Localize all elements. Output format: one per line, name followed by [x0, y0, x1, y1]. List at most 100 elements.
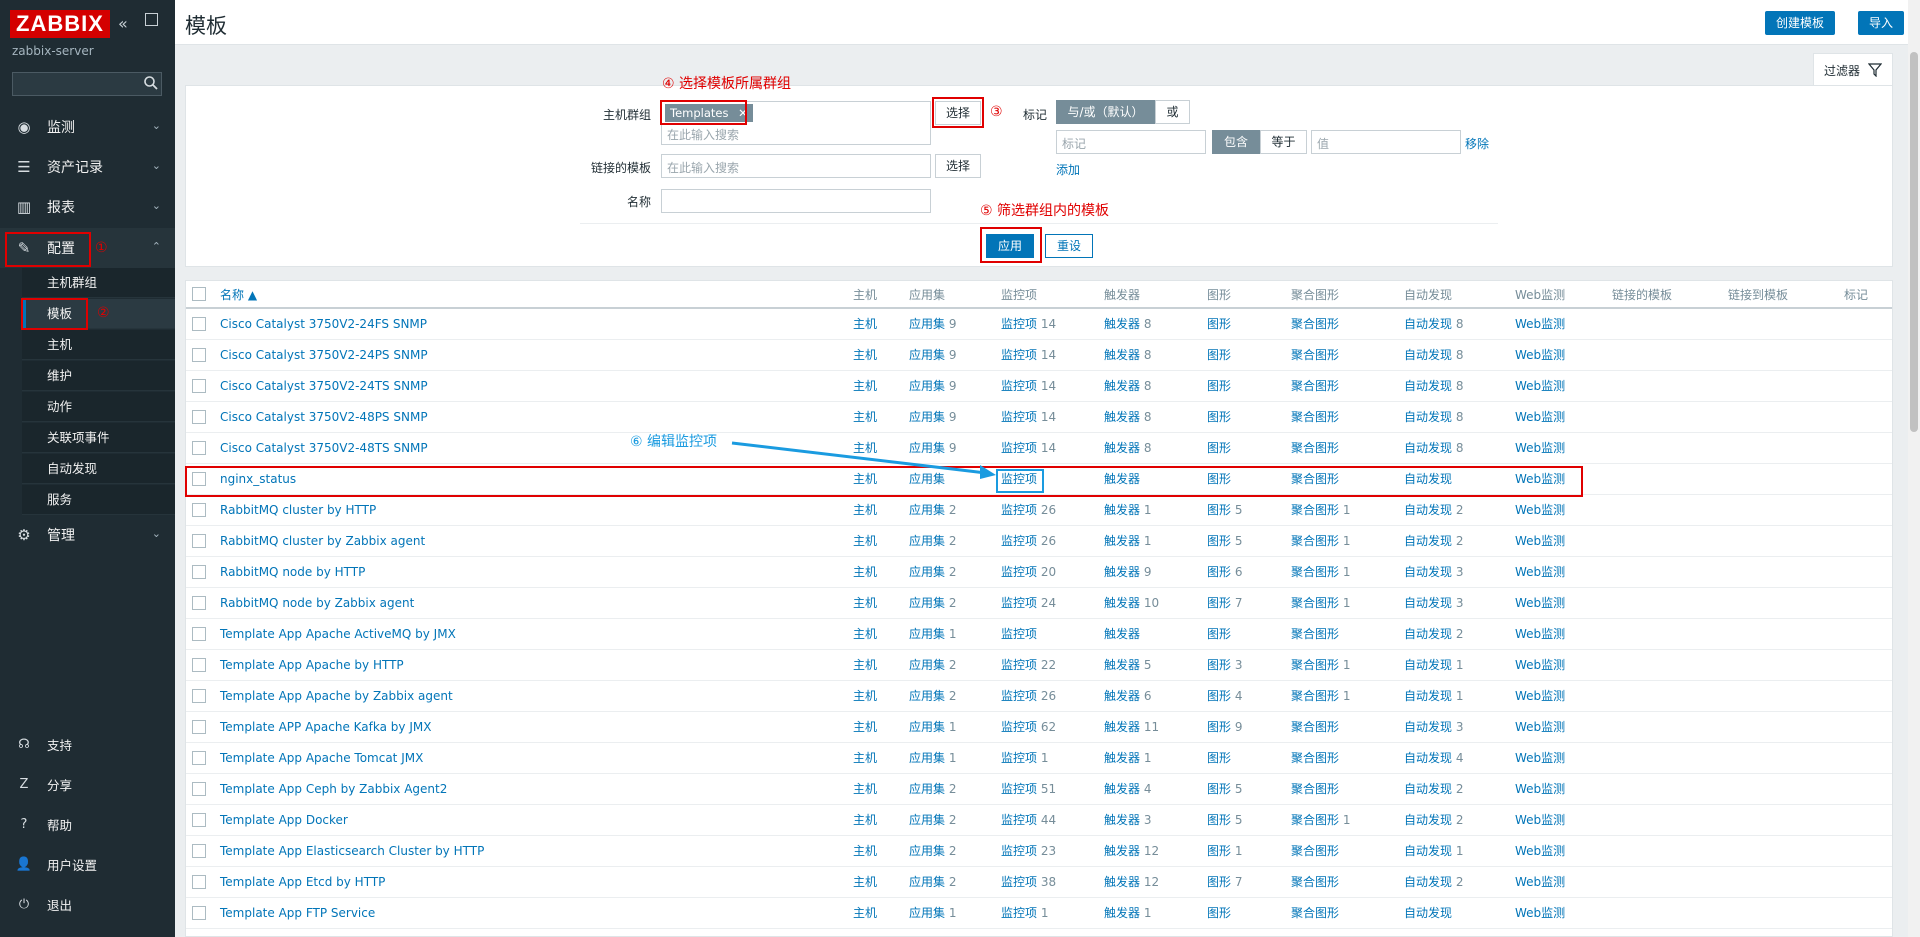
web-link[interactable]: Web监测 — [1515, 689, 1565, 703]
discovery-link[interactable]: 自动发现 2 — [1404, 627, 1463, 641]
screens-link[interactable]: 聚合图形 — [1291, 410, 1339, 424]
screens-link[interactable]: 聚合图形 1 — [1291, 689, 1350, 703]
web-link[interactable]: Web监测 — [1515, 813, 1565, 827]
items-link[interactable]: 监控项 24 — [1001, 596, 1056, 610]
row-checkbox[interactable] — [192, 564, 206, 579]
row-checkbox[interactable] — [192, 595, 206, 610]
zabbix-logo[interactable]: ZABBIX — [10, 10, 110, 38]
web-link[interactable]: Web监测 — [1515, 875, 1565, 889]
apps-link[interactable]: 应用集 2 — [909, 813, 956, 827]
triggers-link[interactable]: 触发器 12 — [1104, 844, 1159, 858]
hosts-link[interactable]: 主机 — [853, 751, 877, 765]
triggers-link[interactable]: 触发器 8 — [1104, 317, 1151, 331]
apps-link[interactable]: 应用集 9 — [909, 379, 956, 393]
web-link[interactable]: Web监测 — [1515, 503, 1565, 517]
triggers-link[interactable]: 触发器 1 — [1104, 503, 1151, 517]
graphs-link[interactable]: 图形 3 — [1207, 658, 1242, 672]
graphs-link[interactable]: 图形 — [1207, 410, 1231, 424]
screens-link[interactable]: 聚合图形 1 — [1291, 813, 1350, 827]
template-name-link[interactable]: RabbitMQ cluster by HTTP — [220, 503, 376, 517]
hosts-link[interactable]: 主机 — [853, 534, 877, 548]
linked-templates-select-button[interactable]: 选择 — [935, 154, 981, 178]
graphs-link[interactable]: 图形 5 — [1207, 782, 1242, 796]
hosts-link[interactable]: 主机 — [853, 627, 877, 641]
hosts-link[interactable]: 主机 — [853, 379, 877, 393]
discovery-link[interactable]: 自动发现 8 — [1404, 441, 1463, 455]
web-link[interactable]: Web监测 — [1515, 410, 1565, 424]
discovery-link[interactable]: 自动发现 3 — [1404, 596, 1463, 610]
nav-monitoring[interactable]: ◉ 监测 ⌄ — [0, 107, 175, 147]
apps-link[interactable]: 应用集 2 — [909, 782, 956, 796]
template-name-link[interactable]: Template App Etcd by HTTP — [220, 875, 385, 889]
items-link[interactable]: 监控项 62 — [1001, 720, 1056, 734]
graphs-link[interactable]: 图形 5 — [1207, 534, 1242, 548]
screens-link[interactable]: 聚合图形 1 — [1291, 503, 1350, 517]
web-link[interactable]: Web监测 — [1515, 844, 1565, 858]
row-checkbox[interactable] — [192, 719, 206, 734]
kiosk-mode-icon[interactable] — [145, 13, 158, 26]
graphs-link[interactable]: 图形 7 — [1207, 875, 1242, 889]
create-template-button[interactable]: 创建模板 — [1765, 11, 1836, 35]
graphs-link[interactable]: 图形 4 — [1207, 689, 1242, 703]
template-name-link[interactable]: Cisco Catalyst 3750V2-24FS SNMP — [220, 317, 427, 331]
items-link[interactable]: 监控项 51 — [1001, 782, 1056, 796]
apps-link[interactable]: 应用集 2 — [909, 596, 956, 610]
screens-link[interactable]: 聚合图形 — [1291, 317, 1339, 331]
footer-support[interactable]: ☊ 支持 — [0, 724, 175, 764]
hosts-link[interactable]: 主机 — [853, 410, 877, 424]
name-input[interactable] — [661, 189, 931, 213]
discovery-link[interactable]: 自动发现 2 — [1404, 782, 1463, 796]
items-link[interactable]: 监控项 22 — [1001, 658, 1056, 672]
tag-value-input[interactable]: 值 — [1311, 130, 1461, 154]
tag-remove-link[interactable]: 移除 — [1465, 135, 1489, 152]
web-link[interactable]: Web监测 — [1515, 379, 1565, 393]
template-name-link[interactable]: RabbitMQ node by HTTP — [220, 565, 365, 579]
sub-actions[interactable]: 动作 — [22, 392, 175, 422]
web-link[interactable]: Web监测 — [1515, 906, 1565, 920]
triggers-link[interactable]: 触发器 9 — [1104, 565, 1151, 579]
items-link[interactable]: 监控项 20 — [1001, 565, 1056, 579]
triggers-link[interactable]: 触发器 8 — [1104, 441, 1151, 455]
discovery-link[interactable]: 自动发现 2 — [1404, 875, 1463, 889]
items-link[interactable]: 监控项 26 — [1001, 534, 1056, 548]
apps-link[interactable]: 应用集 2 — [909, 844, 956, 858]
row-checkbox[interactable] — [192, 533, 206, 548]
graphs-link[interactable]: 图形 5 — [1207, 503, 1242, 517]
screens-link[interactable]: 聚合图形 1 — [1291, 534, 1350, 548]
tag-equals-radio[interactable]: 等于 — [1260, 130, 1307, 154]
screens-link[interactable]: 聚合图形 — [1291, 875, 1339, 889]
select-all-checkbox[interactable] — [192, 287, 206, 302]
items-link[interactable]: 监控项 38 — [1001, 875, 1056, 889]
apps-link[interactable]: 应用集 2 — [909, 658, 956, 672]
discovery-link[interactable]: 自动发现 1 — [1404, 689, 1463, 703]
template-name-link[interactable]: RabbitMQ node by Zabbix agent — [220, 596, 414, 610]
discovery-link[interactable]: 自动发现 8 — [1404, 348, 1463, 362]
screens-link[interactable]: 聚合图形 1 — [1291, 658, 1350, 672]
items-link[interactable]: 监控项 14 — [1001, 348, 1056, 362]
graphs-link[interactable]: 图形 7 — [1207, 596, 1242, 610]
hosts-link[interactable]: 主机 — [853, 782, 877, 796]
hosts-link[interactable]: 主机 — [853, 317, 877, 331]
items-link[interactable]: 监控项 1 — [1001, 906, 1048, 920]
sub-hosts[interactable]: 主机 — [22, 330, 175, 360]
row-checkbox[interactable] — [192, 502, 206, 517]
screens-link[interactable]: 聚合图形 1 — [1291, 565, 1350, 579]
hosts-link[interactable]: 主机 — [853, 596, 877, 610]
triggers-link[interactable]: 触发器 1 — [1104, 534, 1151, 548]
items-link[interactable]: 监控项 14 — [1001, 410, 1056, 424]
web-link[interactable]: Web监测 — [1515, 596, 1565, 610]
triggers-link[interactable]: 触发器 1 — [1104, 751, 1151, 765]
graphs-link[interactable]: 图形 9 — [1207, 720, 1242, 734]
discovery-link[interactable]: 自动发现 4 — [1404, 751, 1463, 765]
template-name-link[interactable]: Template App Elasticsearch Cluster by HT… — [220, 844, 484, 858]
nav-administration[interactable]: ⚙ 管理 ⌄ — [0, 515, 175, 555]
triggers-link[interactable]: 触发器 12 — [1104, 875, 1159, 889]
apps-link[interactable]: 应用集 9 — [909, 317, 956, 331]
graphs-link[interactable]: 图形 — [1207, 441, 1231, 455]
apps-link[interactable]: 应用集 9 — [909, 348, 956, 362]
search-icon[interactable] — [143, 75, 159, 91]
template-name-link[interactable]: Template App FTP Service — [220, 906, 375, 920]
apps-link[interactable]: 应用集 2 — [909, 503, 956, 517]
hosts-link[interactable]: 主机 — [853, 689, 877, 703]
tag-and-or-radio[interactable]: 与/或（默认） — [1056, 100, 1155, 124]
